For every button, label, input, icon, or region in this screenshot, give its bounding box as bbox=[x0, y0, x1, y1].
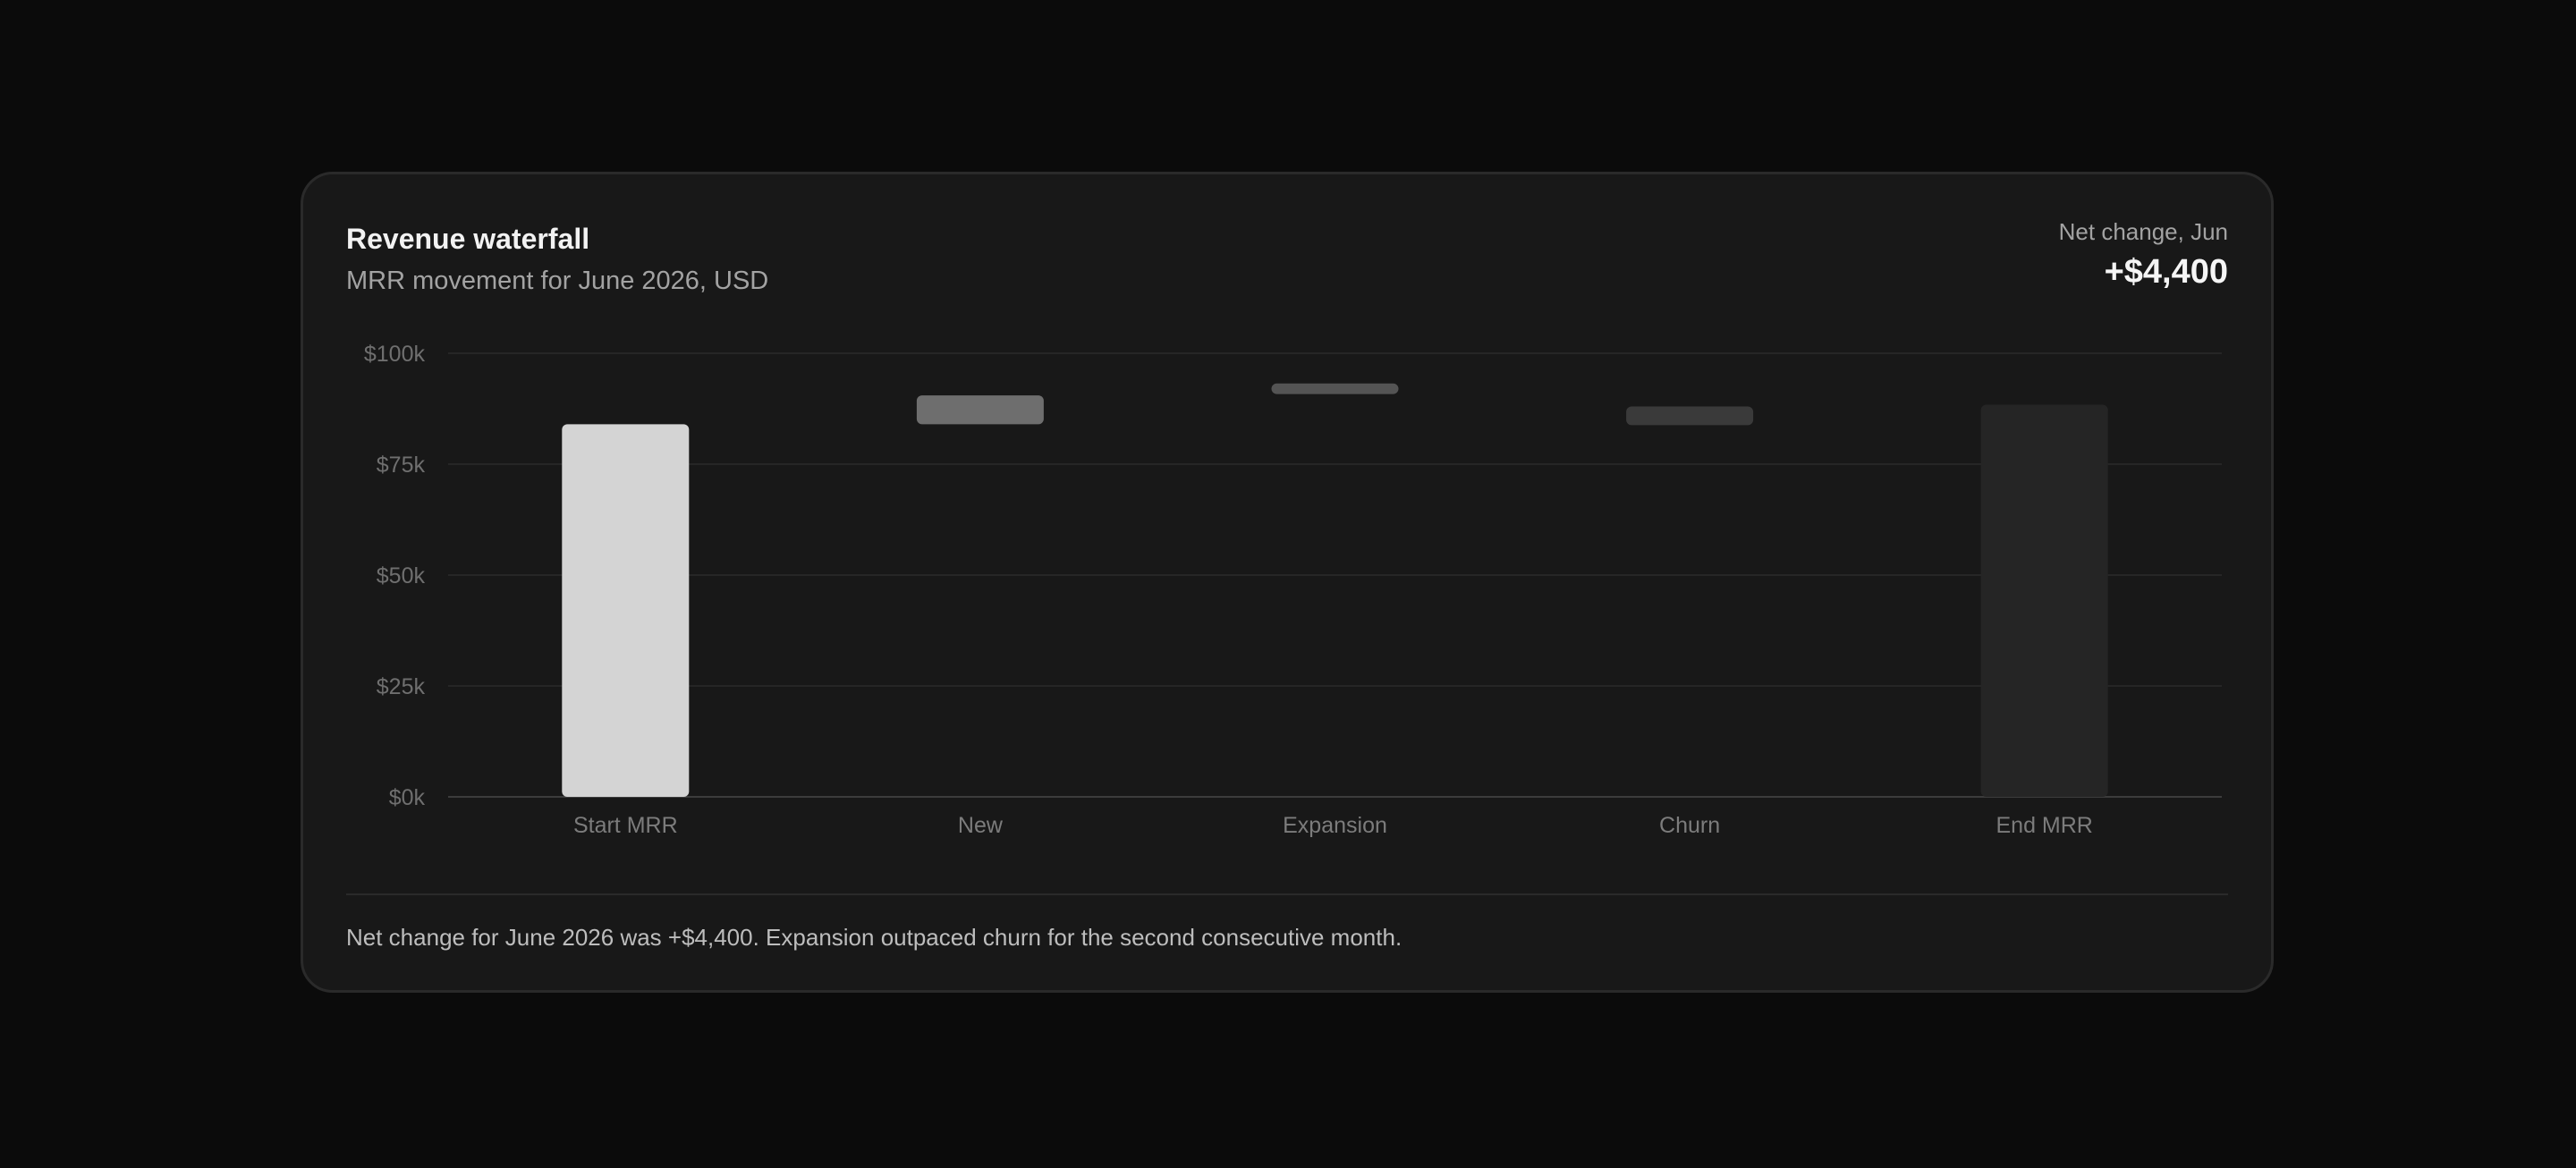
footer-divider bbox=[346, 893, 2228, 895]
bar bbox=[916, 395, 1044, 425]
bar bbox=[1626, 406, 1754, 426]
category-label: Start MRR bbox=[573, 813, 678, 838]
y-tick-label: $50k bbox=[377, 563, 426, 588]
waterfall-card: Revenue waterfall MRR movement for June … bbox=[301, 172, 2274, 993]
category-label: Expansion bbox=[1283, 813, 1387, 838]
y-tick-label: $100k bbox=[364, 342, 426, 367]
y-tick-label: $25k bbox=[377, 674, 426, 699]
bar bbox=[562, 424, 690, 797]
category-label: New bbox=[958, 813, 1004, 838]
bar bbox=[1271, 383, 1399, 394]
chart-footnote: Net change for June 2026 was +$4,400. Ex… bbox=[346, 924, 1402, 951]
waterfall-chart: $0k $25k $50k $75k $100k Start MRR New Expansio… bbox=[364, 342, 2222, 838]
bar bbox=[1980, 404, 2108, 797]
y-tick-label: $0k bbox=[389, 785, 426, 810]
category-label: Churn bbox=[1659, 813, 1720, 838]
category-label: End MRR bbox=[1996, 813, 2093, 838]
y-tick-label: $75k bbox=[377, 453, 426, 478]
